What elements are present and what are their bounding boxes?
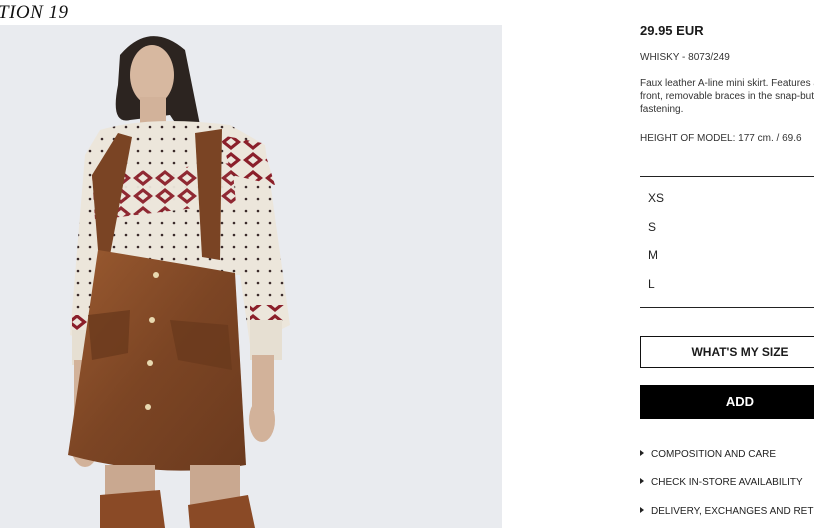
product-reference: WHISKY - 8073/249 xyxy=(640,52,730,63)
size-option-xs[interactable]: XS xyxy=(648,191,664,205)
size-selector: XS S M L xyxy=(640,176,814,308)
collection-title: TION 19 xyxy=(0,2,69,23)
product-info-panel: 29.95 EUR WHISKY - 8073/249 Faux leather… xyxy=(640,0,814,528)
model-illustration xyxy=(68,36,290,528)
link-label: CHECK IN-STORE AVAILABILITY xyxy=(651,477,803,488)
size-option-s[interactable]: S xyxy=(648,220,656,234)
add-to-cart-button[interactable]: ADD xyxy=(640,385,814,419)
product-price: 29.95 EUR xyxy=(640,23,704,38)
link-delivery-returns[interactable]: DELIVERY, EXCHANGES AND RETURNS xyxy=(640,506,814,517)
link-label: COMPOSITION AND CARE xyxy=(651,449,777,460)
link-composition-care[interactable]: COMPOSITION AND CARE xyxy=(640,449,776,460)
product-description: Faux leather A-line mini skirt. Features… xyxy=(640,78,814,115)
whats-my-size-button[interactable]: WHAT'S MY SIZE xyxy=(640,336,814,368)
link-label: DELIVERY, EXCHANGES AND RETURNS xyxy=(651,506,814,517)
link-store-availability[interactable]: CHECK IN-STORE AVAILABILITY xyxy=(640,477,803,488)
caret-right-icon xyxy=(640,450,644,456)
caret-right-icon xyxy=(640,507,644,513)
size-option-m[interactable]: M xyxy=(648,248,658,262)
product-photo[interactable] xyxy=(0,25,502,528)
model-height: HEIGHT OF MODEL: 177 cm. / 69.6 xyxy=(640,133,802,144)
size-option-l[interactable]: L xyxy=(648,277,655,291)
caret-right-icon xyxy=(640,478,644,484)
